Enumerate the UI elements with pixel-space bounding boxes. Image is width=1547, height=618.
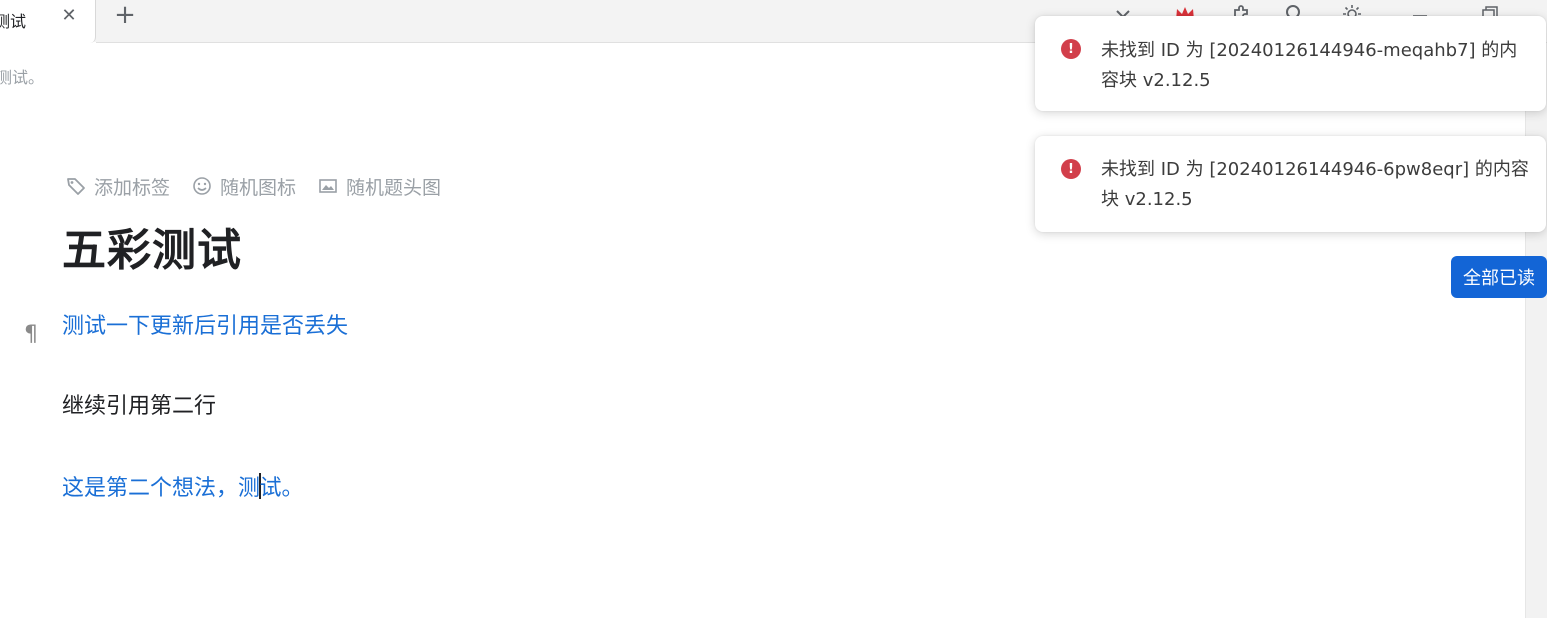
notification-message: 未找到 ID 为 [20240126144946-meqahb7] 的内 容块 … xyxy=(1101,36,1531,96)
notification-line: 未找到 ID 为 [20240126144946-6pw8eqr] 的内容 xyxy=(1101,159,1529,180)
notification-line: 块 v2.12.5 xyxy=(1101,189,1193,210)
tab-active[interactable]: 测试 ✕ xyxy=(0,0,96,43)
doc-meta-actions: 添加标签 随机图标 随机题头图 xyxy=(66,172,441,200)
block-continue-line[interactable]: 继续引用第二行 xyxy=(62,392,216,422)
notification-line: 容块 v2.12.5 xyxy=(1101,70,1211,91)
app-window: 测试 ✕ + 测试。 添加标签 随机图标 随机题头图 五彩测试 ¶ 测试一下更新… xyxy=(0,0,1547,618)
random-icon-label: 随机图标 xyxy=(220,176,297,199)
editor-scrollbar[interactable] xyxy=(1525,43,1547,618)
idea-text-before-caret: 这是第二个想法，测 xyxy=(62,476,261,501)
tag-icon xyxy=(67,178,85,195)
add-tag-button[interactable]: 添加标签 xyxy=(66,173,170,200)
error-icon: ! xyxy=(1061,39,1081,59)
breadcrumb[interactable]: 测试。 xyxy=(0,64,44,88)
document-title[interactable]: 五彩测试 xyxy=(62,214,242,278)
random-icon-button[interactable]: 随机图标 xyxy=(192,173,296,200)
new-tab-button[interactable]: + xyxy=(112,0,138,30)
tab-title: 测试 xyxy=(0,12,27,31)
error-icon: ! xyxy=(1061,159,1081,179)
block-reference-line[interactable]: 测试一下更新后引用是否丢失 xyxy=(62,312,348,342)
notification-line: 未找到 ID 为 [20240126144946-meqahb7] 的内 xyxy=(1101,40,1518,61)
random-cover-label: 随机题头图 xyxy=(346,176,442,199)
tab-close-button[interactable]: ✕ xyxy=(58,4,80,28)
smiley-icon xyxy=(193,177,211,195)
idea-text-after-caret: 试。 xyxy=(259,476,304,501)
error-notification[interactable]: ! 未找到 ID 为 [20240126144946-meqahb7] 的内 容… xyxy=(1035,16,1546,111)
random-cover-button[interactable]: 随机题头图 xyxy=(318,173,441,200)
image-icon xyxy=(319,179,337,193)
block-handle-icon[interactable]: ¶ xyxy=(24,322,38,347)
add-tag-label: 添加标签 xyxy=(94,176,171,199)
block-idea-line[interactable]: 这是第二个想法，测试。 xyxy=(62,473,304,504)
mark-all-read-button[interactable]: 全部已读 xyxy=(1451,256,1547,298)
notification-message: 未找到 ID 为 [20240126144946-6pw8eqr] 的内容 块 … xyxy=(1101,155,1531,215)
error-notification[interactable]: ! 未找到 ID 为 [20240126144946-6pw8eqr] 的内容 … xyxy=(1035,136,1546,232)
